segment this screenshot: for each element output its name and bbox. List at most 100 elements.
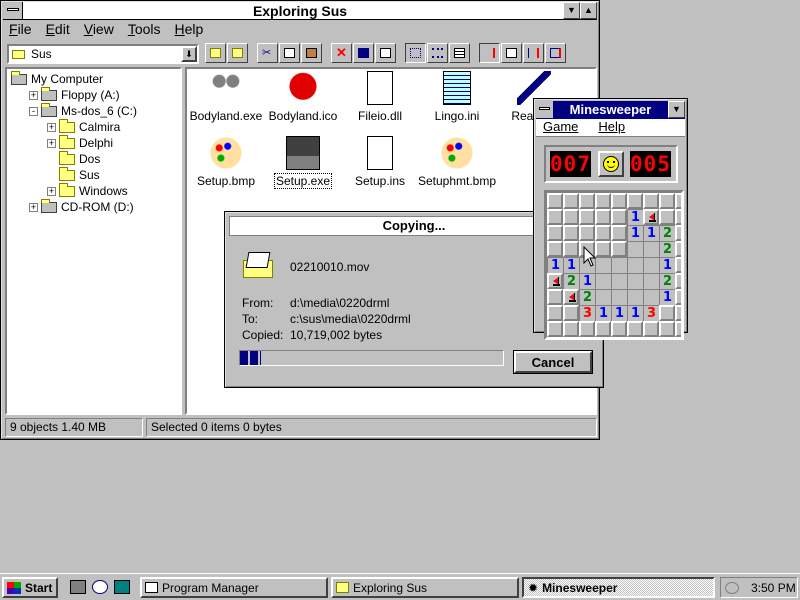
explorer-title-bar[interactable]: Exploring Sus ▼ ▲ xyxy=(3,2,597,20)
tree-item[interactable]: + CD-ROM (D:) xyxy=(29,198,134,215)
file-item[interactable]: Setup.bmp xyxy=(186,136,266,188)
quick-launch-disk-icon[interactable] xyxy=(114,580,130,594)
mine-cell-covered[interactable] xyxy=(563,209,579,225)
mine-cell-covered[interactable] xyxy=(547,321,563,337)
mine-cell-number[interactable]: 1 xyxy=(627,305,643,321)
menu-help[interactable]: Help xyxy=(175,21,204,39)
mine-cell-covered[interactable] xyxy=(579,209,595,225)
file-item[interactable]: Lingo.ini xyxy=(417,71,497,123)
menu-game[interactable]: Game xyxy=(543,119,578,136)
cut-button[interactable]: ✂ xyxy=(257,43,278,63)
mine-cell-empty[interactable] xyxy=(611,273,627,289)
mine-cell-number[interactable]: 1 xyxy=(627,209,643,225)
mines-grid[interactable]: 111221112122131113 xyxy=(544,190,684,340)
quick-launch-find-icon[interactable] xyxy=(92,580,108,594)
mine-cell-covered[interactable] xyxy=(547,193,563,209)
mine-cell-empty[interactable] xyxy=(627,273,643,289)
mine-cell-covered[interactable] xyxy=(611,321,627,337)
details-button[interactable] xyxy=(449,43,470,63)
file-item[interactable]: Bodyland.ico xyxy=(263,71,343,123)
quick-launch-explorer-icon[interactable] xyxy=(70,580,86,594)
folder-tree-pane[interactable]: My Computer + Floppy (A:) - Ms-dos_6 (C:) + Ca… xyxy=(5,67,182,415)
mine-cell-covered[interactable] xyxy=(611,209,627,225)
mine-cell-covered[interactable] xyxy=(595,241,611,257)
file-item[interactable]: Bodyland.exe xyxy=(186,71,266,123)
tree-item[interactable]: Dos xyxy=(47,150,100,167)
mine-cell-covered[interactable] xyxy=(675,321,681,337)
mines-system-menu-button[interactable] xyxy=(536,101,553,118)
mine-cell-covered[interactable] xyxy=(547,305,563,321)
copy-button[interactable] xyxy=(279,43,300,63)
mine-cell-number[interactable]: 1 xyxy=(627,225,643,241)
mine-cell-number[interactable]: 3 xyxy=(643,305,659,321)
mine-cell-number[interactable]: 1 xyxy=(595,305,611,321)
mine-cell-empty[interactable] xyxy=(595,257,611,273)
mine-cell-covered[interactable] xyxy=(611,193,627,209)
large-icons-button[interactable] xyxy=(405,43,426,63)
mine-cell-covered[interactable] xyxy=(659,305,675,321)
sort-size-button[interactable] xyxy=(523,43,544,63)
mine-cell-covered[interactable] xyxy=(563,305,579,321)
mine-cell-number[interactable]: 2 xyxy=(659,273,675,289)
minimize-button[interactable]: ▼ xyxy=(563,2,580,19)
mine-cell-empty[interactable] xyxy=(595,289,611,305)
mine-cell-covered[interactable] xyxy=(675,257,681,273)
mine-cell-empty[interactable] xyxy=(643,289,659,305)
mine-cell-covered[interactable] xyxy=(627,193,643,209)
mine-cell-covered[interactable] xyxy=(595,209,611,225)
mine-cell-covered[interactable] xyxy=(675,305,681,321)
mine-cell-covered[interactable] xyxy=(675,273,681,289)
expand-icon[interactable]: + xyxy=(29,90,38,100)
mine-cell-number[interactable]: 2 xyxy=(659,241,675,257)
flag-icon[interactable] xyxy=(563,289,579,305)
sort-date-button[interactable] xyxy=(545,43,566,63)
mine-cell-covered[interactable] xyxy=(563,225,579,241)
expand-icon[interactable]: + xyxy=(47,122,56,132)
flag-icon[interactable] xyxy=(547,273,563,289)
mine-cell-number[interactable]: 2 xyxy=(579,289,595,305)
mines-minimize-button[interactable]: ▼ xyxy=(668,101,685,118)
tray-sound-icon[interactable] xyxy=(725,581,739,594)
tree-item[interactable]: Sus xyxy=(47,166,100,183)
properties-button[interactable] xyxy=(375,43,396,63)
cancel-button[interactable]: Cancel xyxy=(513,350,593,374)
menu-tools[interactable]: Tools xyxy=(128,21,161,39)
mine-cell-empty[interactable] xyxy=(611,289,627,305)
mine-cell-empty[interactable] xyxy=(643,257,659,273)
new-folder-button[interactable] xyxy=(227,43,248,63)
sort-name-button[interactable] xyxy=(479,43,500,63)
mine-cell-empty[interactable] xyxy=(627,257,643,273)
mine-cell-covered[interactable] xyxy=(579,321,595,337)
mine-cell-covered[interactable] xyxy=(611,241,627,257)
expand-icon[interactable]: + xyxy=(47,186,56,196)
mine-cell-covered[interactable] xyxy=(595,193,611,209)
tree-item[interactable]: + Windows xyxy=(47,182,128,199)
mine-cell-empty[interactable] xyxy=(643,273,659,289)
file-item[interactable]: Fileio.dll xyxy=(340,71,420,123)
mine-cell-covered[interactable] xyxy=(563,193,579,209)
mine-cell-number[interactable]: 1 xyxy=(611,305,627,321)
mine-cell-covered[interactable] xyxy=(627,321,643,337)
mine-cell-covered[interactable] xyxy=(611,225,627,241)
expand-icon[interactable]: + xyxy=(47,138,56,148)
mine-cell-covered[interactable] xyxy=(563,321,579,337)
mine-cell-covered[interactable] xyxy=(563,241,579,257)
mine-cell-empty[interactable] xyxy=(595,273,611,289)
task-program-manager[interactable]: Program Manager xyxy=(140,577,328,598)
mine-cell-empty[interactable] xyxy=(627,289,643,305)
mine-cell-covered[interactable] xyxy=(643,321,659,337)
mine-cell-covered[interactable] xyxy=(643,193,659,209)
mine-cell-empty[interactable] xyxy=(643,241,659,257)
mine-cell-covered[interactable] xyxy=(579,225,595,241)
menu-edit[interactable]: Edit xyxy=(46,21,70,39)
mine-cell-covered[interactable] xyxy=(579,193,595,209)
mine-cell-number[interactable]: 1 xyxy=(579,273,595,289)
mine-cell-number[interactable]: 1 xyxy=(659,257,675,273)
mine-cell-covered[interactable] xyxy=(547,225,563,241)
tree-item[interactable]: + Delphi xyxy=(47,134,113,151)
mine-cell-covered[interactable] xyxy=(547,241,563,257)
mine-cell-number[interactable]: 1 xyxy=(643,225,659,241)
tree-item[interactable]: - Ms-dos_6 (C:) xyxy=(29,102,137,119)
minesweeper-title-bar[interactable]: Minesweeper ▼ xyxy=(536,101,685,119)
flag-icon[interactable] xyxy=(643,209,659,225)
